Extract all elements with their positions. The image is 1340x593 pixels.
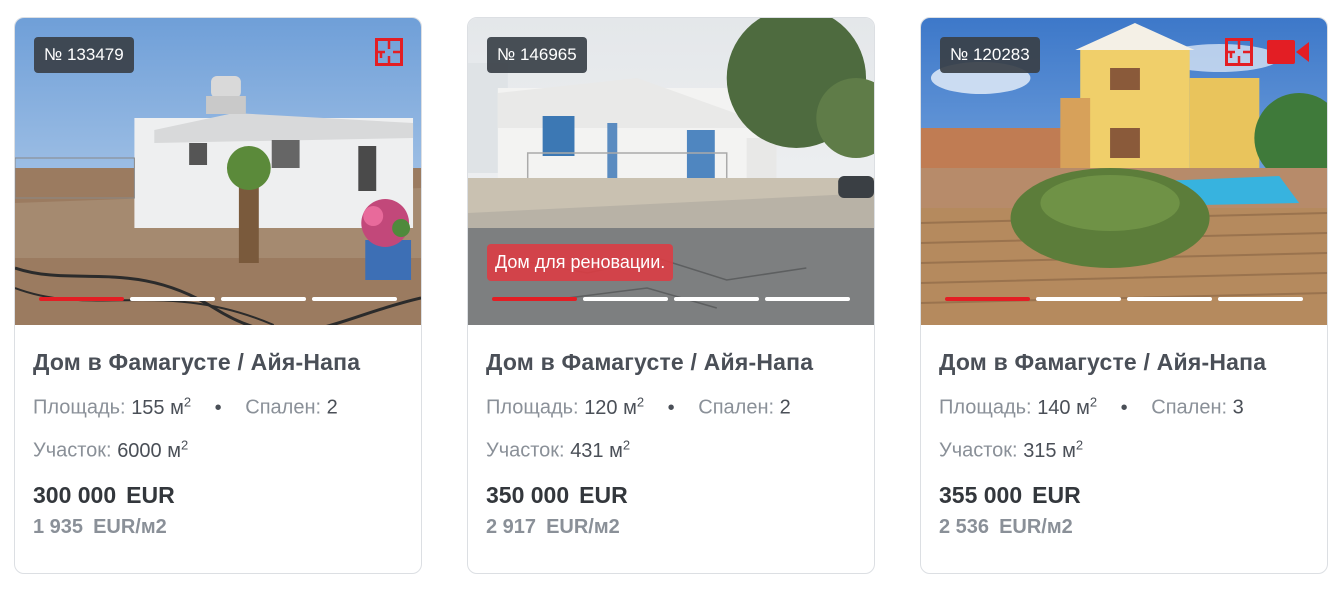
plot-label: Участок: — [33, 439, 112, 462]
plot-row: Участок: 6000 м2 — [33, 437, 403, 467]
slide-indicator[interactable] — [492, 297, 850, 301]
area-value: 120 м2 — [584, 394, 645, 419]
listing-title[interactable]: Дом в Фамагусте / Айя-Напа — [939, 349, 1309, 381]
floorplan-icon[interactable] — [375, 38, 403, 66]
listing-photo[interactable]: № 120283 — [921, 18, 1327, 325]
listing-id-badge: № 133479 — [34, 37, 134, 73]
listing-card[interactable]: № 120283 Дом в Фамагусте / Айя-Напа Площ… — [920, 17, 1328, 574]
slide-dot[interactable] — [765, 297, 850, 301]
area-bedrooms-row: Площадь: 140 м2 • Спален: 3 — [939, 394, 1309, 424]
price-per-m2: 1 935 EUR/м2 — [33, 516, 167, 538]
listing-id-badge: № 120283 — [940, 37, 1040, 73]
price-per-m2: 2 536 EUR/м2 — [939, 516, 1073, 538]
price: 300 000 EUR — [33, 482, 175, 508]
plot-value: 315 м2 — [1023, 437, 1084, 462]
slide-dot[interactable] — [39, 297, 124, 301]
plot-value: 6000 м2 — [117, 437, 189, 462]
price: 350 000 EUR — [486, 482, 628, 508]
listing-title[interactable]: Дом в Фамагусте / Айя-Напа — [33, 349, 403, 381]
slide-indicator[interactable] — [39, 297, 397, 301]
listing-title[interactable]: Дом в Фамагусте / Айя-Напа — [486, 349, 856, 381]
price-per-m2: 2 917 EUR/м2 — [486, 516, 620, 538]
bedrooms-value: 2 — [779, 396, 791, 419]
area-bedrooms-row: Площадь: 155 м2 • Спален: 2 — [33, 394, 403, 424]
area-label: Площадь: — [33, 396, 126, 419]
slide-dot[interactable] — [1127, 297, 1212, 301]
area-value: 155 м2 — [131, 394, 192, 419]
plot-value: 431 м2 — [570, 437, 631, 462]
slide-dot[interactable] — [221, 297, 306, 301]
bullet-separator: • — [214, 396, 222, 419]
slide-dot[interactable] — [1036, 297, 1121, 301]
slide-dot[interactable] — [492, 297, 577, 301]
slide-indicator[interactable] — [945, 297, 1303, 301]
plot-label: Участок: — [486, 439, 565, 462]
listing-card[interactable]: № 133479 Дом в Фамагусте / Айя-Напа Площ… — [14, 17, 422, 574]
slide-dot[interactable] — [945, 297, 1030, 301]
price: 355 000 EUR — [939, 482, 1081, 508]
listing-grid: № 133479 Дом в Фамагусте / Айя-Напа Площ… — [0, 0, 1340, 593]
slide-dot[interactable] — [130, 297, 215, 301]
slide-dot[interactable] — [583, 297, 668, 301]
area-label: Площадь: — [486, 396, 579, 419]
plot-label: Участок: — [939, 439, 1018, 462]
listing-photo[interactable]: № 146965 Дом для реновации. — [468, 18, 874, 325]
listing-id-badge: № 146965 — [487, 37, 587, 73]
listing-card[interactable]: № 146965 Дом для реновации. Дом в Фамагу… — [467, 17, 875, 574]
listing-photo[interactable]: № 133479 — [15, 18, 421, 325]
bedrooms-label: Спален: — [245, 396, 322, 419]
bedrooms-value: 2 — [326, 396, 338, 419]
slide-dot[interactable] — [1218, 297, 1303, 301]
slide-dot[interactable] — [312, 297, 397, 301]
bullet-separator: • — [1120, 396, 1128, 419]
plot-row: Участок: 431 м2 — [486, 437, 856, 467]
area-bedrooms-row: Площадь: 120 м2 • Спален: 2 — [486, 394, 856, 424]
bedrooms-label: Спален: — [698, 396, 775, 419]
floorplan-icon[interactable] — [1225, 38, 1253, 66]
bullet-separator: • — [667, 396, 675, 419]
slide-dot[interactable] — [674, 297, 759, 301]
area-label: Площадь: — [939, 396, 1032, 419]
bedrooms-label: Спален: — [1151, 396, 1228, 419]
listing-tag: Дом для реновации. — [487, 244, 674, 281]
video-camera-icon[interactable] — [1267, 38, 1309, 66]
plot-row: Участок: 315 м2 — [939, 437, 1309, 467]
bedrooms-value: 3 — [1232, 396, 1244, 419]
area-value: 140 м2 — [1037, 394, 1098, 419]
